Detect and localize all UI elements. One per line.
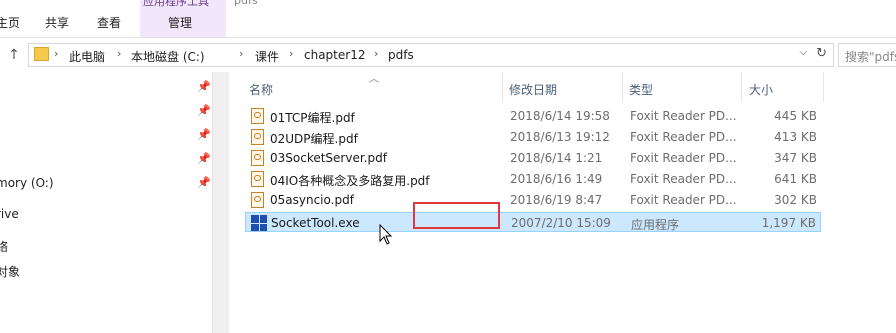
breadcrumb-separator-icon: › [374, 47, 379, 60]
file-row[interactable]: 02UDP编程.pdf 2018/6/13 19:12 Foxit Reader… [245, 127, 821, 147]
tab-view[interactable]: 查看 [97, 14, 121, 31]
pdf-file-icon [251, 192, 264, 208]
pdf-file-icon [251, 171, 264, 187]
breadcrumb-this-pc[interactable]: 此电脑 [69, 48, 105, 65]
breadcrumb-pdfs[interactable]: pdfs [388, 48, 414, 62]
file-name: 05asyncio.pdf [270, 193, 354, 207]
address-bar[interactable]: › 此电脑 › 本地磁盘 (C:) › 课件 › chapter12 › pdf… [28, 43, 834, 67]
column-header-size[interactable]: 大小 [749, 81, 773, 98]
file-name: 02UDP编程.pdf [270, 132, 358, 146]
window-title-fragment: pdfs [234, 0, 258, 7]
breadcrumb-separator-icon: › [289, 47, 294, 60]
nav-item-drive[interactable]: rive [0, 207, 19, 221]
file-date: 2018/6/16 1:49 [510, 172, 603, 186]
file-name: 01TCP编程.pdf [270, 111, 355, 125]
column-divider[interactable] [502, 72, 503, 102]
pin-icon[interactable]: 📌 [197, 152, 211, 165]
highlight-box [413, 202, 500, 229]
column-divider[interactable] [741, 72, 742, 102]
file-row[interactable]: 05asyncio.pdf 2018/6/19 8:47 Foxit Reade… [245, 190, 821, 210]
file-type: Foxit Reader PD... [630, 130, 737, 144]
file-size: 347 KB [774, 151, 817, 165]
context-group-label: 应用程序工具 [143, 0, 209, 8]
breadcrumb-local-disk[interactable]: 本地磁盘 (C:) [131, 48, 205, 65]
file-date: 2018/6/13 19:12 [510, 130, 610, 144]
navigation-scrollbar[interactable] [212, 72, 229, 333]
file-list: ︿ 名称 修改日期 类型 大小 01TCP编程.pdf 2018/6/14 19… [229, 72, 896, 333]
folder-icon [34, 47, 49, 61]
column-headers: 名称 修改日期 类型 大小 [241, 72, 825, 102]
up-arrow-icon[interactable]: ↑ [6, 47, 22, 63]
file-name: 04IO各种概念及多路复用.pdf [270, 174, 430, 188]
search-placeholder: 搜索"pdfs" [845, 50, 896, 64]
file-type: Foxit Reader PD... [630, 109, 737, 123]
breadcrumb-separator-icon: › [54, 47, 59, 60]
navigation-pane: 📌 📌 📌 📌 📌 mory (O:) rive 络 对象 [0, 72, 212, 333]
file-row-selected[interactable]: SocketTool.exe 2007/2/10 15:09 应用程序 1,19… [245, 212, 821, 232]
column-header-date[interactable]: 修改日期 [509, 81, 557, 98]
tab-manage[interactable]: 管理 [168, 14, 192, 31]
nav-item-memory-drive[interactable]: mory (O:) [0, 176, 54, 190]
pin-icon[interactable]: 📌 [197, 80, 211, 93]
file-type: 应用程序 [631, 218, 680, 232]
mouse-cursor-icon [379, 224, 393, 245]
file-type: Foxit Reader PD... [630, 172, 737, 186]
column-divider[interactable] [823, 72, 824, 102]
file-date: 2018/6/14 19:58 [510, 109, 610, 123]
pin-icon[interactable]: 📌 [197, 104, 211, 117]
pin-icon[interactable]: 📌 [197, 128, 211, 141]
file-size: 302 KB [774, 193, 817, 207]
file-row[interactable]: 01TCP编程.pdf 2018/6/14 19:58 Foxit Reader… [245, 106, 821, 126]
file-size: 445 KB [774, 109, 817, 123]
column-header-type[interactable]: 类型 [629, 81, 653, 98]
pin-icon[interactable]: 📌 [197, 176, 211, 189]
breadcrumb-separator-icon: › [117, 47, 122, 60]
tab-home[interactable]: 主页 [0, 14, 20, 31]
file-size: 413 KB [774, 130, 817, 144]
pdf-file-icon [251, 150, 264, 166]
file-size: 641 KB [774, 172, 817, 186]
breadcrumb-separator-icon: › [239, 47, 244, 60]
search-input[interactable]: 搜索"pdfs" [838, 43, 896, 67]
column-divider[interactable] [622, 72, 623, 102]
breadcrumb-chapter12[interactable]: chapter12 [304, 48, 365, 62]
file-size: 1,197 KB [761, 216, 816, 230]
tab-share[interactable]: 共享 [45, 14, 69, 31]
file-date: 2018/6/14 1:21 [510, 151, 603, 165]
file-name: SocketTool.exe [271, 216, 360, 230]
file-type: Foxit Reader PD... [630, 151, 737, 165]
file-date: 2018/6/19 8:47 [510, 193, 603, 207]
context-tab-group: 应用程序工具 管理 [140, 0, 226, 37]
column-header-name[interactable]: 名称 [249, 81, 273, 98]
file-date: 2007/2/10 15:09 [511, 216, 611, 230]
address-row: ↑ › 此电脑 › 本地磁盘 (C:) › 课件 › chapter12 › p… [0, 38, 896, 72]
pdf-file-icon [251, 108, 264, 124]
nav-item-objects[interactable]: 对象 [0, 263, 20, 280]
breadcrumb-courseware[interactable]: 课件 [255, 48, 279, 65]
file-name: 03SocketServer.pdf [270, 151, 387, 165]
file-type: Foxit Reader PD... [630, 193, 737, 207]
application-icon [251, 215, 267, 231]
nav-item-network[interactable]: 络 [0, 238, 8, 255]
refresh-icon[interactable]: ↻ [816, 46, 827, 61]
pdf-file-icon [251, 129, 264, 145]
file-row[interactable]: 03SocketServer.pdf 2018/6/14 1:21 Foxit … [245, 148, 821, 168]
ribbon: 主页 共享 查看 应用程序工具 管理 pdfs [0, 0, 896, 38]
chevron-down-icon[interactable]: ⌵ [799, 47, 807, 58]
file-row[interactable]: 04IO各种概念及多路复用.pdf 2018/6/16 1:49 Foxit R… [245, 169, 821, 189]
